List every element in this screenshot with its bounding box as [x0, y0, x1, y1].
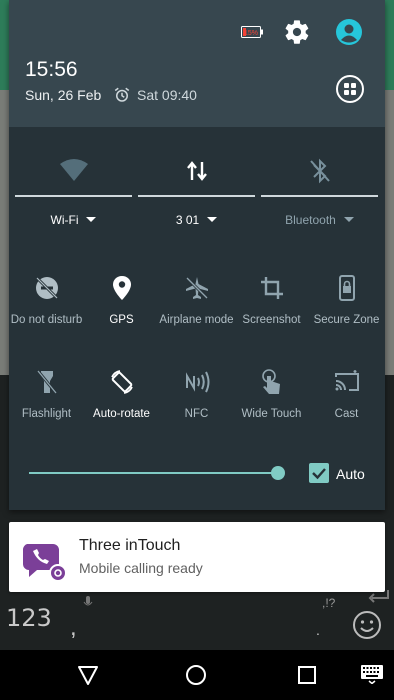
keyboard-mic-icon [83, 596, 93, 606]
home-icon[interactable] [184, 663, 208, 687]
keyboard-comma-key[interactable]: , [70, 614, 77, 642]
keyboard-switch-icon[interactable] [360, 664, 384, 684]
notification-text: Mobile calling ready [79, 560, 203, 576]
battery-icon: 15% [241, 26, 263, 38]
notification-shade: 15% 15:56 Sun, 26 Feb Sat 09:40 Wi-Fi 3 … [9, 0, 385, 510]
brightness-slider-thumb[interactable] [271, 466, 285, 480]
tile-label: NFC [184, 408, 209, 420]
brightness-slider-track[interactable] [29, 472, 277, 474]
battery-percent: 15% [244, 30, 258, 37]
location-pin-icon [112, 276, 131, 300]
tile-label: GPS [109, 314, 134, 326]
keyboard-numbers-key[interactable]: 123 [6, 604, 52, 632]
tile-do-not-disturb[interactable]: Do not disturb [9, 274, 84, 344]
gear-icon[interactable] [283, 18, 311, 46]
flashlight-icon [36, 370, 57, 394]
nfc-icon [185, 371, 209, 393]
tile-label: Auto-rotate [93, 408, 150, 420]
tile-label: Do not disturb [10, 314, 83, 326]
clock-time[interactable]: 15:56 [25, 58, 78, 82]
checkmark-icon [312, 468, 326, 480]
cast-icon [334, 370, 359, 391]
auto-brightness-checkbox[interactable] [309, 463, 329, 483]
notification-title: Three inTouch [79, 537, 181, 554]
secure-zone-icon [338, 275, 355, 301]
mobile-data-icon [186, 161, 207, 181]
tile-label: Wide Touch [241, 408, 302, 420]
shade-header: 15% 15:56 Sun, 26 Feb Sat 09:40 [9, 0, 385, 127]
tile-wide-touch[interactable]: Wide Touch [234, 368, 309, 438]
toggle-divider [15, 195, 132, 197]
chevron-down-icon[interactable] [343, 217, 354, 223]
enter-icon[interactable] [368, 590, 392, 604]
tile-label: Cast [334, 408, 359, 420]
recent-apps-icon[interactable] [295, 663, 319, 687]
navigation-bar [0, 650, 394, 700]
toggle-divider [138, 195, 255, 197]
tile-label: Screenshot [242, 314, 301, 326]
wifi-icon [59, 159, 88, 181]
alarm-clock-icon [114, 87, 130, 102]
keyboard-punctuation-hint: ,!? [322, 596, 336, 610]
tile-screenshot[interactable]: Screenshot [234, 274, 309, 344]
date-label[interactable]: Sun, 26 Feb [25, 87, 101, 103]
tile-airplane-mode[interactable]: Airplane mode [159, 274, 234, 344]
tile-label: Airplane mode [159, 314, 234, 326]
chevron-down-icon[interactable] [86, 217, 97, 223]
keyboard-bottom-row: 123 , ,!? . [0, 590, 394, 650]
toggle-label: Bluetooth [261, 213, 378, 227]
airplane-icon [185, 276, 208, 300]
tile-flashlight[interactable]: Flashlight [9, 368, 84, 438]
back-icon[interactable] [76, 663, 100, 687]
bluetooth-off-icon [309, 158, 330, 184]
tile-secure-zone[interactable]: Secure Zone [309, 274, 384, 344]
emoji-icon[interactable] [352, 610, 382, 640]
toggle-wifi[interactable]: Wi-Fi [15, 150, 132, 234]
edit-tiles-icon[interactable] [335, 74, 365, 104]
next-alarm-label[interactable]: Sat 09:40 [137, 87, 197, 103]
tile-gps[interactable]: GPS [84, 274, 159, 344]
tile-nfc[interactable]: NFC [159, 368, 234, 438]
tile-label: Flashlight [21, 408, 72, 420]
keyboard-period-key[interactable]: . [316, 622, 320, 638]
user-avatar-icon[interactable] [335, 18, 363, 46]
do-not-disturb-icon [35, 276, 58, 300]
crop-icon [260, 277, 283, 299]
tile-cast[interactable]: Cast [309, 368, 384, 438]
auto-brightness-label[interactable]: Auto [336, 466, 365, 482]
toggle-mobile-data[interactable]: 3 01 [138, 150, 255, 234]
three-intouch-app-icon [23, 544, 67, 582]
auto-rotate-icon [110, 370, 133, 394]
tile-label: Secure Zone [313, 314, 380, 326]
touch-icon [261, 369, 280, 394]
toggle-divider [261, 195, 378, 197]
notification-card[interactable]: Three inTouch Mobile calling ready [9, 522, 385, 592]
toggle-bluetooth[interactable]: Bluetooth [261, 150, 378, 234]
toggle-label: 3 01 [138, 213, 255, 227]
tile-auto-rotate[interactable]: Auto-rotate [84, 368, 159, 438]
toggle-label: Wi-Fi [15, 213, 132, 227]
chevron-down-icon[interactable] [207, 217, 218, 223]
